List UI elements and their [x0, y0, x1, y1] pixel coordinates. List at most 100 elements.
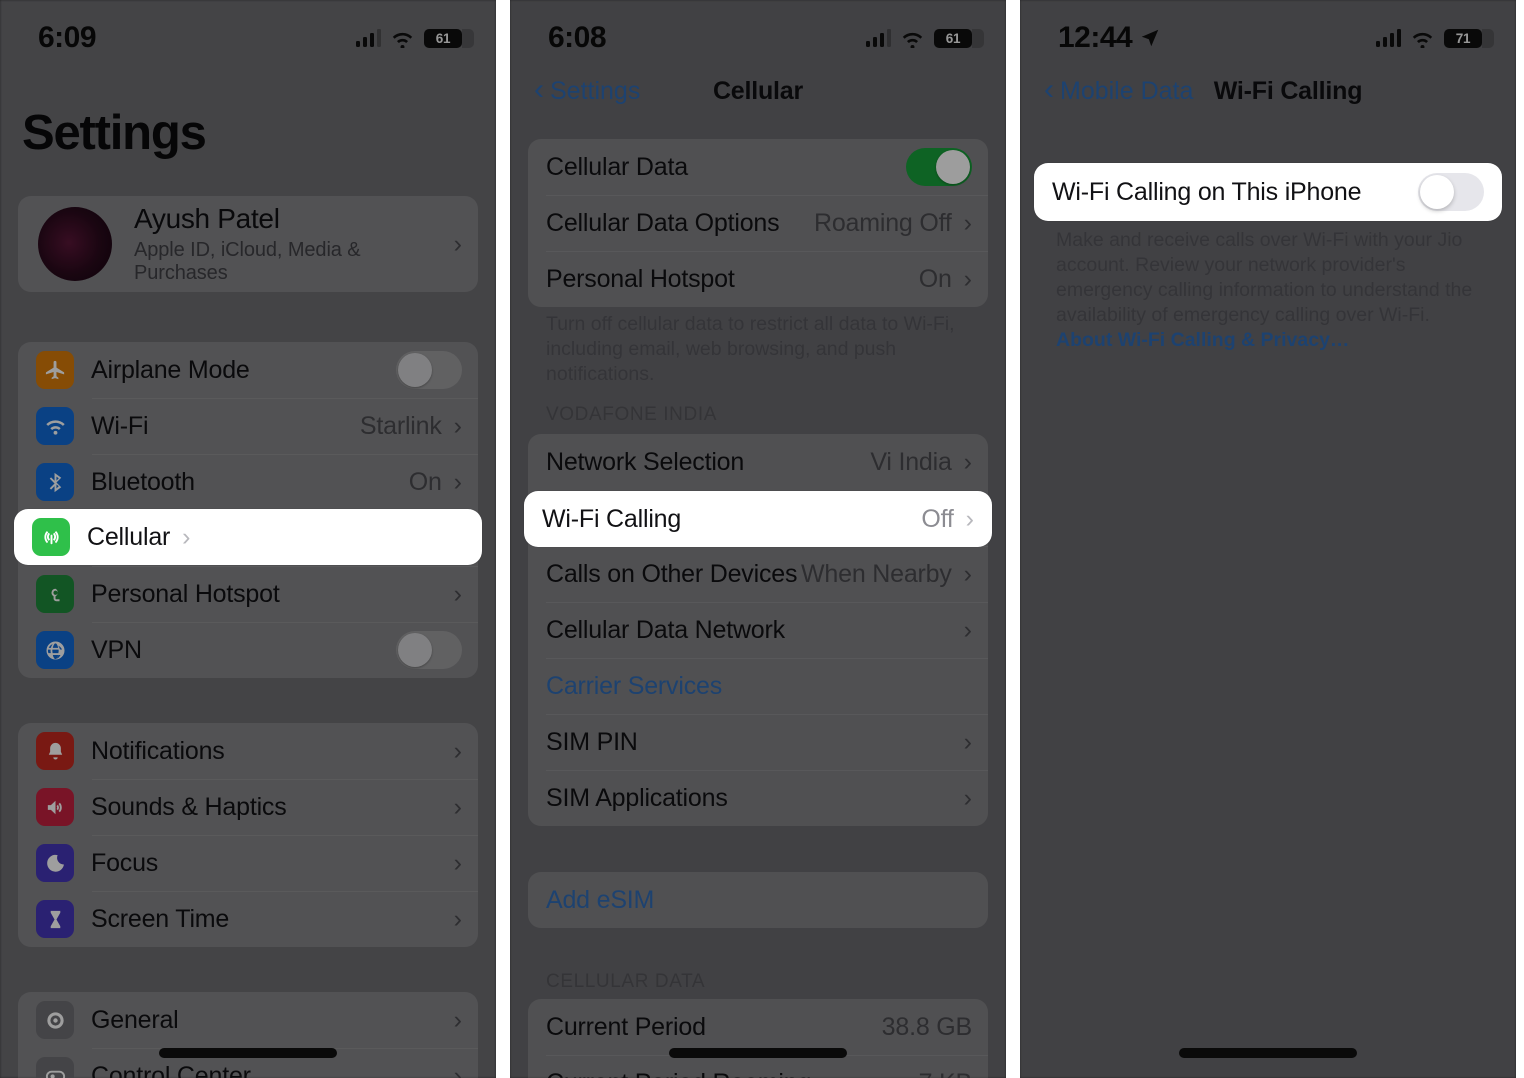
chevron-right-icon: › — [182, 522, 191, 551]
account-row[interactable]: Ayush Patel Apple ID, iCloud, Media & Pu… — [18, 196, 478, 292]
chevron-right-icon: › — [453, 467, 462, 496]
row-sim-applications[interactable]: SIM Applications › — [528, 770, 988, 826]
sidebar-item-wifi[interactable]: Wi-Fi Starlink › — [18, 398, 478, 454]
airplane-icon — [36, 351, 74, 389]
row-label: SIM Applications — [546, 783, 728, 812]
wifi-calling-footer: Make and receive calls over Wi-Fi with y… — [1056, 228, 1490, 353]
row-value: Starlink — [359, 411, 442, 440]
cellular-icon — [32, 518, 70, 556]
row-personal-hotspot[interactable]: Personal Hotspot On › — [528, 251, 988, 307]
row-carrier-services[interactable]: Carrier Services — [528, 658, 988, 714]
sidebar-item-focus[interactable]: Focus › — [18, 835, 478, 891]
highlighted-row-wifi-calling-toggle[interactable]: Wi-Fi Calling on This iPhone — [1034, 163, 1502, 221]
general-group: General › Control Center › — [18, 992, 478, 1078]
sounds-speaker-icon — [36, 788, 74, 826]
row-label: Cellular Data Network — [546, 615, 785, 644]
notifications-bell-icon — [36, 732, 74, 770]
about-wifi-calling-privacy-link[interactable]: About Wi-Fi Calling & Privacy… — [1056, 329, 1349, 351]
cellular-data-toggle[interactable] — [906, 148, 972, 186]
vpn-icon — [36, 631, 74, 669]
chevron-right-icon: › — [963, 783, 972, 812]
row-label: Carrier Services — [546, 671, 722, 700]
cellular-data-footer: Turn off cellular data to restrict all d… — [546, 313, 955, 385]
screen-time-hourglass-icon — [36, 900, 74, 938]
row-value: Roaming Off — [813, 208, 952, 237]
add-esim-group: Add eSIM — [528, 872, 988, 928]
row-current-period-roaming: Current Period Roaming 7 KB — [528, 1055, 988, 1078]
chevron-right-icon: › — [453, 792, 462, 821]
row-cellular-data-network[interactable]: Cellular Data Network › — [528, 602, 988, 658]
highlighted-row-cellular[interactable]: Cellular › — [14, 509, 482, 565]
row-value: Vi India — [870, 447, 952, 476]
sidebar-item-bluetooth[interactable]: Bluetooth On › — [18, 454, 478, 510]
row-label: Sounds & Haptics — [91, 792, 287, 821]
row-value: On — [918, 264, 952, 293]
cellular-data-usage-header: CELLULAR DATA — [546, 971, 706, 992]
row-value: 38.8 GB — [881, 1012, 973, 1041]
chevron-right-icon: › — [963, 447, 972, 476]
cellular-data-usage-group: Current Period 38.8 GB Current Period Ro… — [528, 999, 988, 1078]
row-label: Wi-Fi Calling on This iPhone — [1052, 177, 1362, 206]
focus-moon-icon — [36, 844, 74, 882]
notifications-group: Notifications › Sounds & Haptics › Focus… — [18, 723, 478, 947]
wifi-calling-toggle[interactable] — [1418, 173, 1484, 211]
row-value: On — [408, 467, 442, 496]
row-value: Off — [921, 504, 954, 533]
sidebar-item-personal-hotspot[interactable]: Personal Hotspot › — [18, 566, 478, 622]
chevron-right-icon: › — [453, 736, 462, 765]
sidebar-item-notifications[interactable]: Notifications › — [18, 723, 478, 779]
chevron-right-icon: › — [963, 615, 972, 644]
vpn-toggle[interactable] — [396, 631, 462, 669]
row-network-selection[interactable]: Network Selection Vi India › — [528, 434, 988, 490]
sidebar-item-general[interactable]: General › — [18, 992, 478, 1048]
chevron-right-icon: › — [453, 411, 462, 440]
chevron-right-icon: › — [453, 904, 462, 933]
chevron-right-icon: › — [963, 208, 972, 237]
home-indicator — [669, 1048, 847, 1058]
row-label: General — [91, 1005, 179, 1034]
row-label: Focus — [91, 848, 159, 877]
row-label: Wi-Fi — [91, 411, 149, 440]
highlighted-row-wifi-calling[interactable]: Wi-Fi Calling Off › — [524, 491, 992, 547]
chevron-right-icon: › — [453, 848, 462, 877]
chevron-right-icon: › — [453, 229, 462, 258]
row-label: Calls on Other Devices — [546, 559, 798, 588]
sidebar-item-screen-time[interactable]: Screen Time › — [18, 891, 478, 947]
row-value: 7 KB — [919, 1069, 973, 1078]
chevron-right-icon: › — [963, 559, 972, 588]
row-label: Personal Hotspot — [546, 264, 735, 293]
wifi-calling-content: Make and receive calls over Wi-Fi with y… — [1020, 0, 1516, 1078]
sidebar-item-vpn[interactable]: VPN — [18, 622, 478, 678]
row-label: Personal Hotspot — [91, 579, 280, 608]
home-indicator — [159, 1048, 337, 1058]
row-label: Current Period Roaming — [546, 1069, 811, 1078]
chevron-right-icon: › — [963, 727, 972, 756]
row-label: Wi-Fi Calling — [542, 504, 682, 533]
row-label: Screen Time — [91, 904, 230, 933]
row-value: When Nearby — [801, 559, 952, 588]
row-cellular-data[interactable]: Cellular Data — [528, 139, 988, 195]
row-label: Cellular Data — [546, 152, 688, 181]
row-add-esim[interactable]: Add eSIM — [528, 872, 988, 928]
hotspot-icon — [36, 575, 74, 613]
sidebar-item-airplane-mode[interactable]: Airplane Mode — [18, 342, 478, 398]
row-cellular-data-options[interactable]: Cellular Data Options Roaming Off › — [528, 195, 988, 251]
row-label: Add eSIM — [546, 885, 655, 914]
row-current-period: Current Period 38.8 GB — [528, 999, 988, 1055]
phone-panel-wifi-calling: 12:44 71 ‹ Mobile Data Wi-Fi Calling Mak… — [1020, 0, 1516, 1078]
general-gear-icon — [36, 1001, 74, 1039]
chevron-right-icon: › — [963, 264, 972, 293]
control-center-icon — [36, 1057, 74, 1078]
chevron-right-icon: › — [453, 579, 462, 608]
row-sim-pin[interactable]: SIM PIN › — [528, 714, 988, 770]
three-panel-screenshot: 6:09 61 Settings Ayush Patel Apple ID, i… — [0, 0, 1524, 1078]
airplane-mode-toggle[interactable] — [396, 351, 462, 389]
row-label: Bluetooth — [91, 467, 195, 496]
chevron-right-icon: › — [453, 1061, 462, 1078]
footer-text: Make and receive calls over Wi-Fi with y… — [1056, 229, 1473, 326]
row-calls-on-other-devices[interactable]: Calls on Other Devices When Nearby › — [528, 546, 988, 602]
row-label: Network Selection — [546, 447, 745, 476]
home-indicator — [1179, 1048, 1357, 1058]
sidebar-item-sounds-haptics[interactable]: Sounds & Haptics › — [18, 779, 478, 835]
bluetooth-icon — [36, 463, 74, 501]
